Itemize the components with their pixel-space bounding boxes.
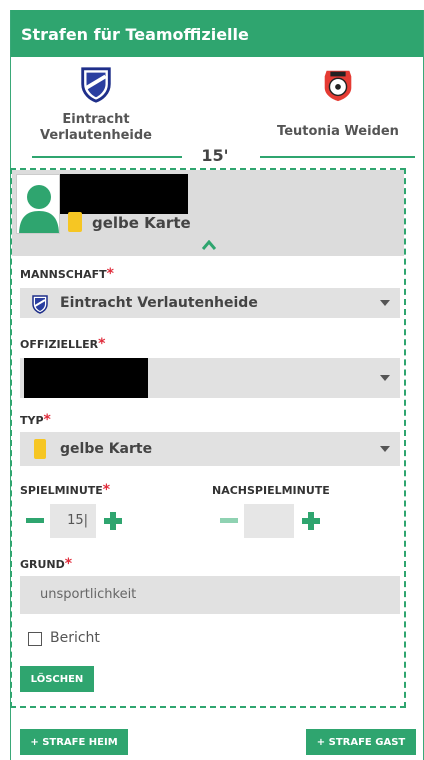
home-crest-icon — [32, 295, 48, 314]
spielminute-stepper: 15| — [26, 504, 126, 538]
spielminute-input[interactable]: 15| — [50, 504, 96, 538]
bericht-label: Bericht — [50, 630, 100, 646]
redacted-official — [24, 358, 148, 398]
required-mark: * — [98, 336, 106, 352]
yellow-card-icon — [68, 212, 82, 232]
offizieller-label: OFFIZIELLER* — [20, 336, 105, 352]
typ-value: gelbe Karte — [60, 441, 153, 457]
nachspiel-label: NACHSPIELMINUTE — [212, 484, 330, 497]
plus-icon[interactable] — [104, 512, 122, 530]
mannschaft-value: Eintracht Verlautenheide — [60, 295, 258, 311]
home-crest-icon — [81, 67, 111, 103]
required-mark: * — [64, 556, 73, 572]
nachspiel-stepper — [220, 504, 320, 538]
add-away-penalty-button[interactable]: + STRAFE GAST — [306, 729, 416, 755]
yellow-card-icon — [34, 439, 46, 459]
panel-title: Strafen für Teamoffizielle — [21, 25, 249, 44]
divider-left — [32, 156, 182, 158]
spielminute-label-text: SPIELMINUTE — [20, 484, 103, 497]
mannschaft-label: MANNSCHAFT* — [20, 266, 114, 282]
grund-label-text: GRUND — [20, 558, 65, 571]
required-mark: * — [106, 266, 114, 282]
teams-row: Eintracht Verlautenheide Teutonia Weiden — [11, 57, 423, 157]
caret-down-icon — [380, 446, 390, 452]
caret-down-icon — [380, 300, 390, 306]
add-home-penalty-button[interactable]: + STRAFE HEIM — [20, 729, 128, 755]
penalty-summary[interactable]: gelbe Karte — [12, 170, 404, 256]
grund-input[interactable]: unsportlichkeit — [20, 576, 400, 614]
minute-label: 15' — [201, 146, 229, 165]
spielminute-label: SPIELMINUTE* — [20, 482, 110, 498]
home-team-name: Eintracht Verlautenheide — [40, 112, 152, 143]
typ-label: TYP* — [20, 412, 51, 428]
typ-select[interactable]: gelbe Karte — [20, 432, 400, 466]
summary-card-label: gelbe Karte — [92, 214, 191, 232]
required-mark: * — [43, 412, 51, 428]
offizieller-label-text: OFFIZIELLER — [20, 338, 99, 351]
redacted-name — [60, 174, 188, 214]
grund-label: GRUND* — [20, 556, 72, 572]
offizieller-select[interactable] — [20, 358, 400, 398]
mannschaft-select[interactable]: Eintracht Verlautenheide — [20, 288, 400, 318]
person-icon — [19, 185, 59, 233]
away-team-name: Teutonia Weiden — [277, 124, 399, 139]
panel-header: Strafen für Teamoffizielle — [11, 10, 423, 57]
mannschaft-label-text: MANNSCHAFT — [20, 268, 107, 281]
away-crest-icon — [324, 70, 352, 102]
away-team: Teutonia Weiden — [268, 65, 408, 140]
minute-divider: 15' — [10, 146, 415, 166]
chevron-up-icon[interactable] — [202, 240, 216, 250]
bericht-checkbox[interactable] — [28, 632, 42, 646]
penalty-entry-card: gelbe Karte MANNSCHAFT* Eintracht Verlau… — [10, 168, 406, 708]
nachspiel-input[interactable] — [244, 504, 294, 538]
home-team: Eintracht Verlautenheide — [31, 65, 161, 144]
minus-icon[interactable] — [220, 518, 238, 523]
caret-down-icon — [380, 375, 390, 381]
delete-button[interactable]: LÖSCHEN — [20, 666, 94, 692]
avatar — [16, 174, 60, 234]
required-mark: * — [102, 482, 111, 498]
nachspiel-label-text: NACHSPIELMINUTE — [212, 484, 330, 497]
minus-icon[interactable] — [26, 518, 44, 523]
divider-right — [260, 156, 415, 158]
plus-icon[interactable] — [302, 512, 320, 530]
typ-label-text: TYP — [20, 414, 44, 427]
